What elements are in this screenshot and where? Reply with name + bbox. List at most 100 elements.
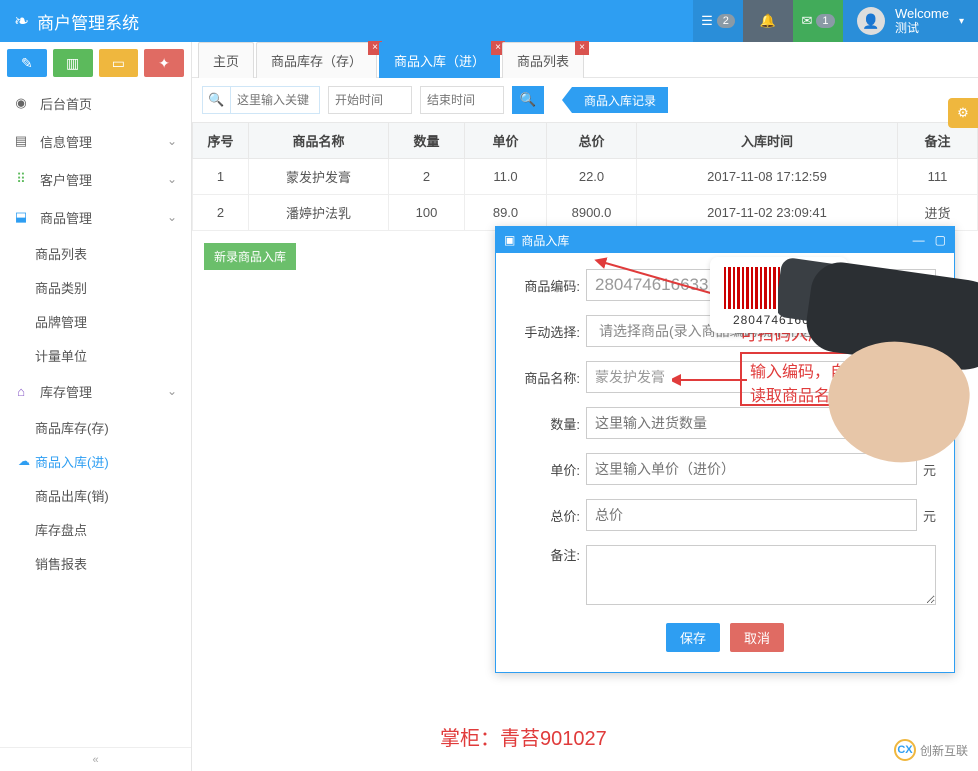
search-input[interactable] bbox=[230, 86, 320, 114]
header-bell-button[interactable]: 🔔 bbox=[743, 0, 793, 42]
input-qty[interactable] bbox=[586, 407, 936, 439]
sidebar-tools: ✎ ▥ ▭ ✦ bbox=[0, 42, 191, 84]
sidebar-sub-brand[interactable]: 品牌管理 bbox=[0, 304, 191, 338]
sidebar-sub-stock-check[interactable]: 库存盘点 bbox=[0, 512, 191, 546]
header-mail-button[interactable]: ✉ 1 bbox=[793, 0, 843, 42]
brand: ❧ 商户管理系统 bbox=[0, 9, 693, 34]
watermark-text: 创新互联 bbox=[920, 742, 968, 759]
sidebar-item-home[interactable]: ◉ 后台首页 bbox=[0, 84, 191, 122]
brand-title: 商户管理系统 bbox=[37, 9, 139, 34]
card-icon: ▤ bbox=[12, 133, 30, 149]
user-name: 测试 bbox=[895, 22, 949, 36]
tab-home[interactable]: 主页 bbox=[198, 42, 254, 78]
sidebar-sub-product-category[interactable]: 商品类别 bbox=[0, 270, 191, 304]
barcode-card: 280474616633 bbox=[710, 257, 848, 333]
close-icon[interactable]: × bbox=[575, 41, 589, 55]
label-price: 单价: bbox=[514, 460, 586, 479]
tool-book[interactable]: ▭ bbox=[99, 49, 139, 77]
search-button[interactable]: 🔍 bbox=[512, 86, 544, 114]
new-stock-in-button[interactable]: 新录商品入库 bbox=[204, 243, 296, 270]
sidebar-collapse[interactable]: « bbox=[0, 747, 191, 771]
gear-icon: ⚙ bbox=[957, 105, 969, 121]
tab-stock-in[interactable]: 商品入库（进） × bbox=[379, 42, 500, 78]
cancel-button[interactable]: 取消 bbox=[730, 623, 784, 652]
sidebar-sub-stock-report[interactable]: 销售报表 bbox=[0, 546, 191, 580]
sidebar-label: 客户管理 bbox=[40, 170, 92, 189]
sidebar-label: 库存管理 bbox=[40, 382, 92, 401]
search-icon: 🔍 bbox=[202, 86, 230, 114]
modal-header[interactable]: ▣ 商品入库 — ▢ bbox=[496, 227, 954, 253]
table-row[interactable]: 1 蒙发护发膏 2 11.0 22.0 2017-11-08 17:12:59 … bbox=[193, 159, 978, 195]
tab-stock[interactable]: 商品库存（存） × bbox=[256, 42, 377, 78]
avatar: 👤 bbox=[857, 7, 885, 35]
sidebar-sub-product-list[interactable]: 商品列表 bbox=[0, 236, 191, 270]
input-total[interactable] bbox=[586, 499, 917, 531]
tool-chart[interactable]: ▥ bbox=[53, 49, 93, 77]
main: 主页 商品库存（存） × 商品入库（进） × 商品列表 × 🔍 🔍 商品入库记录 bbox=[192, 42, 978, 771]
sidebar-item-customer[interactable]: ⠿ 客户管理 ⌄ bbox=[0, 160, 191, 198]
stock-in-records-link[interactable]: 商品入库记录 bbox=[572, 87, 668, 113]
tab-product-list[interactable]: 商品列表 × bbox=[502, 42, 584, 78]
end-date-input[interactable] bbox=[420, 86, 504, 114]
search-group: 🔍 bbox=[202, 86, 320, 114]
mail-badge: 1 bbox=[816, 14, 834, 28]
footer-owner: 掌柜：青苔901027 bbox=[440, 722, 607, 751]
tab-bar: 主页 商品库存（存） × 商品入库（进） × 商品列表 × bbox=[192, 42, 978, 78]
chevron-down-icon: ⌄ bbox=[167, 210, 177, 224]
input-price[interactable] bbox=[586, 453, 917, 485]
home-icon: ⌂ bbox=[12, 384, 30, 399]
sidebar: ✎ ▥ ▭ ✦ ◉ 后台首页 ▤ 信息管理 ⌄ ⠿ 客户管理 ⌄ ⬓ 商品管理 … bbox=[0, 42, 192, 771]
minimize-icon[interactable]: — bbox=[913, 233, 925, 247]
input-remark[interactable] bbox=[586, 545, 936, 605]
label-total: 总价: bbox=[514, 506, 586, 525]
col-price[interactable]: 单价 bbox=[465, 123, 547, 159]
sidebar-sub-stock-out[interactable]: 商品出库(销) bbox=[0, 478, 191, 512]
welcome-block: Welcome 测试 bbox=[895, 7, 949, 36]
unit-yuan: 元 bbox=[923, 506, 936, 525]
mail-icon: ✉ bbox=[802, 13, 813, 29]
sidebar-item-product[interactable]: ⬓ 商品管理 ⌄ bbox=[0, 198, 191, 236]
col-time[interactable]: 入库时间 bbox=[637, 123, 898, 159]
header-user[interactable]: 👤 Welcome 测试 ▾ bbox=[843, 0, 978, 42]
chevron-down-icon: ⌄ bbox=[167, 172, 177, 186]
col-qty[interactable]: 数量 bbox=[389, 123, 465, 159]
bell-icon: 🔔 bbox=[760, 13, 776, 29]
box-icon: ⬓ bbox=[12, 209, 30, 225]
unit-yuan: 元 bbox=[923, 460, 936, 479]
maximize-icon[interactable]: ▢ bbox=[935, 233, 946, 247]
watermark: CX 创新互联 bbox=[894, 739, 968, 761]
window-icon: ▣ bbox=[504, 233, 515, 247]
col-total[interactable]: 总价 bbox=[547, 123, 637, 159]
sidebar-label: 后台首页 bbox=[40, 94, 92, 113]
dashboard-icon: ◉ bbox=[12, 95, 30, 111]
sidebar-label: 商品管理 bbox=[40, 208, 92, 227]
sidebar-item-stock[interactable]: ⌂ 库存管理 ⌄ bbox=[0, 372, 191, 410]
sidebar-sub-stock-in[interactable]: ☁ 商品入库(进) bbox=[0, 444, 191, 478]
tool-share[interactable]: ✦ bbox=[144, 49, 184, 77]
settings-fab[interactable]: ⚙ bbox=[948, 98, 978, 128]
tool-edit[interactable]: ✎ bbox=[7, 49, 47, 77]
chevron-down-icon: ⌄ bbox=[167, 384, 177, 398]
toolbar: 🔍 🔍 商品入库记录 bbox=[192, 78, 978, 122]
save-button[interactable]: 保存 bbox=[666, 623, 720, 652]
chevron-down-icon: ⌄ bbox=[167, 134, 177, 148]
modal-title: 商品入库 bbox=[521, 232, 569, 249]
sidebar-sub-unit[interactable]: 计量单位 bbox=[0, 338, 191, 372]
start-date-input[interactable] bbox=[328, 86, 412, 114]
col-idx[interactable]: 序号 bbox=[193, 123, 249, 159]
welcome-label: Welcome bbox=[895, 7, 949, 22]
label-name: 商品名称: bbox=[514, 368, 586, 387]
sidebar-sub-stock-have[interactable]: 商品库存(存) bbox=[0, 410, 191, 444]
list-badge: 2 bbox=[717, 14, 735, 28]
cloud-up-icon: ☁ bbox=[15, 454, 33, 468]
label-select: 手动选择: bbox=[514, 322, 586, 341]
barcode-icon bbox=[724, 267, 834, 309]
sidebar-item-info[interactable]: ▤ 信息管理 ⌄ bbox=[0, 122, 191, 160]
barcode-number: 280474616633 bbox=[724, 313, 834, 327]
col-name[interactable]: 商品名称 bbox=[249, 123, 389, 159]
header-list-button[interactable]: ☰ 2 bbox=[693, 0, 743, 42]
annotation-box: 输入编码，自动异步 读取商品名称 bbox=[740, 352, 950, 406]
watermark-icon: CX bbox=[894, 739, 916, 761]
chevron-down-icon: ▾ bbox=[959, 16, 964, 27]
users-icon: ⠿ bbox=[12, 171, 30, 187]
